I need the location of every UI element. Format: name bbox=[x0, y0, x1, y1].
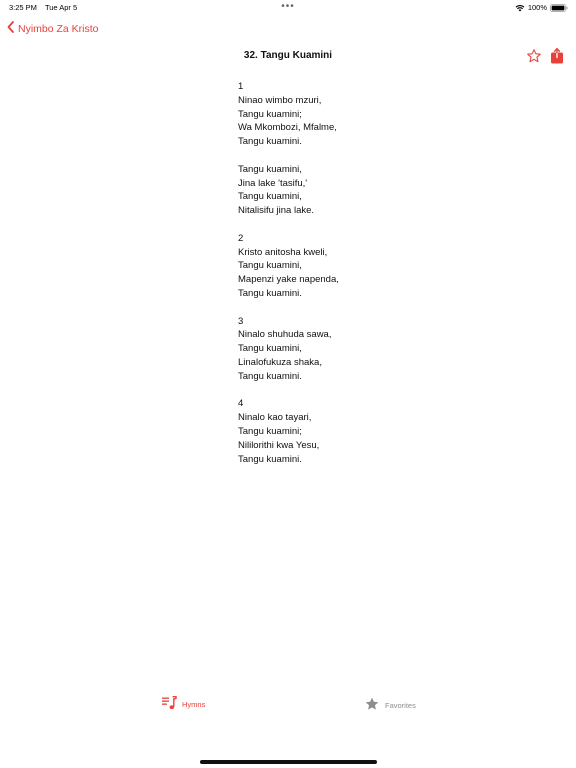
tab-favorites[interactable]: Favorites bbox=[364, 696, 416, 714]
lyric-line: Jina lake 'tasifu,' bbox=[238, 177, 308, 189]
status-left: 3:25 PM Tue Apr 5 bbox=[9, 3, 77, 12]
share-icon bbox=[550, 47, 564, 68]
lyric-line: Tangu kuamini, bbox=[238, 163, 302, 175]
stanza-3: 3 Ninalo shuhuda sawa, Tangu kuamini, Li… bbox=[238, 315, 339, 384]
lyric-line: Ninalo shuhuda sawa, bbox=[238, 329, 332, 341]
lyric-line: Tangu kuamini. bbox=[238, 287, 302, 299]
lyric-line: Tangu kuamini, bbox=[238, 343, 302, 355]
lyric-line: Linalofukuza shaka, bbox=[238, 356, 322, 368]
lyric-line: Tangu kuamini. bbox=[238, 453, 302, 465]
status-right: 100% bbox=[515, 3, 568, 12]
battery-percent: 100% bbox=[527, 3, 547, 12]
stanza-1: 1 Ninao wimbo mzuri, Tangu kuamini; Wa M… bbox=[238, 80, 339, 149]
music-list-icon bbox=[162, 695, 177, 712]
lyric-line: Tangu kuamini. bbox=[238, 370, 302, 382]
lyric-line: 1 bbox=[238, 81, 244, 92]
wifi-icon bbox=[515, 4, 525, 12]
tab-bar: Hymns Favorites bbox=[0, 695, 576, 726]
chorus: Tangu kuamini, Jina lake 'tasifu,' Tangu… bbox=[238, 163, 339, 218]
lyric-line: Mapenzi yake napenda, bbox=[238, 274, 339, 286]
tab-favorites-label: Favorites bbox=[385, 700, 416, 710]
star-filled-icon bbox=[364, 696, 380, 714]
lyric-line: 3 bbox=[238, 315, 244, 327]
share-button[interactable] bbox=[550, 47, 564, 64]
lyric-line: Ninalo kao tayari, bbox=[238, 412, 312, 424]
hymn-lyrics: 1 Ninao wimbo mzuri, Tangu kuamini; Wa M… bbox=[238, 80, 339, 480]
lyric-line: Nililorithi kwa Yesu, bbox=[238, 439, 320, 451]
lyric-line: Tangu kuamini. bbox=[238, 136, 302, 148]
star-outline-icon bbox=[526, 49, 542, 68]
lyric-line: Tangu kuamini; bbox=[238, 108, 302, 120]
lyric-line: Nitalisifu jina lake. bbox=[238, 205, 315, 217]
stanza-2: 2 Kristo anitosha kweli, Tangu kuamini, … bbox=[238, 232, 339, 301]
status-date: Tue Apr 5 bbox=[44, 3, 78, 12]
battery-icon bbox=[550, 3, 568, 12]
tab-hymns-label: Hymns bbox=[182, 699, 206, 709]
lyric-line: Kristo anitosha kweli, bbox=[238, 246, 328, 258]
tab-hymns[interactable]: Hymns bbox=[162, 695, 206, 712]
lyric-line: Tangu kuamini; bbox=[238, 425, 302, 437]
lyric-line: Ninao wimbo mzuri, bbox=[238, 94, 322, 106]
multitasking-dots[interactable]: ••• bbox=[281, 1, 295, 12]
back-button[interactable]: Nyimbo Za Kristo bbox=[7, 21, 99, 36]
stanza-4: 4 Ninalo kao tayari, Tangu kuamini; Nili… bbox=[238, 397, 339, 466]
chevron-left-icon bbox=[7, 21, 14, 36]
lyric-line: 4 bbox=[238, 398, 244, 410]
lyric-line: 2 bbox=[238, 232, 244, 244]
favorite-button[interactable] bbox=[526, 48, 542, 64]
lyric-line: Tangu kuamini, bbox=[238, 260, 302, 272]
lyric-line: Tangu kuamini, bbox=[238, 191, 302, 203]
back-button-label: Nyimbo Za Kristo bbox=[18, 22, 99, 35]
status-time: 3:25 PM bbox=[9, 3, 37, 12]
status-bar: 3:25 PM Tue Apr 5 ••• 100% bbox=[0, 0, 576, 14]
page-title: 32. Tangu Kuamini bbox=[243, 50, 333, 61]
lyric-line: Wa Mkombozi, Mfalme, bbox=[238, 122, 337, 134]
home-indicator[interactable] bbox=[200, 760, 377, 764]
